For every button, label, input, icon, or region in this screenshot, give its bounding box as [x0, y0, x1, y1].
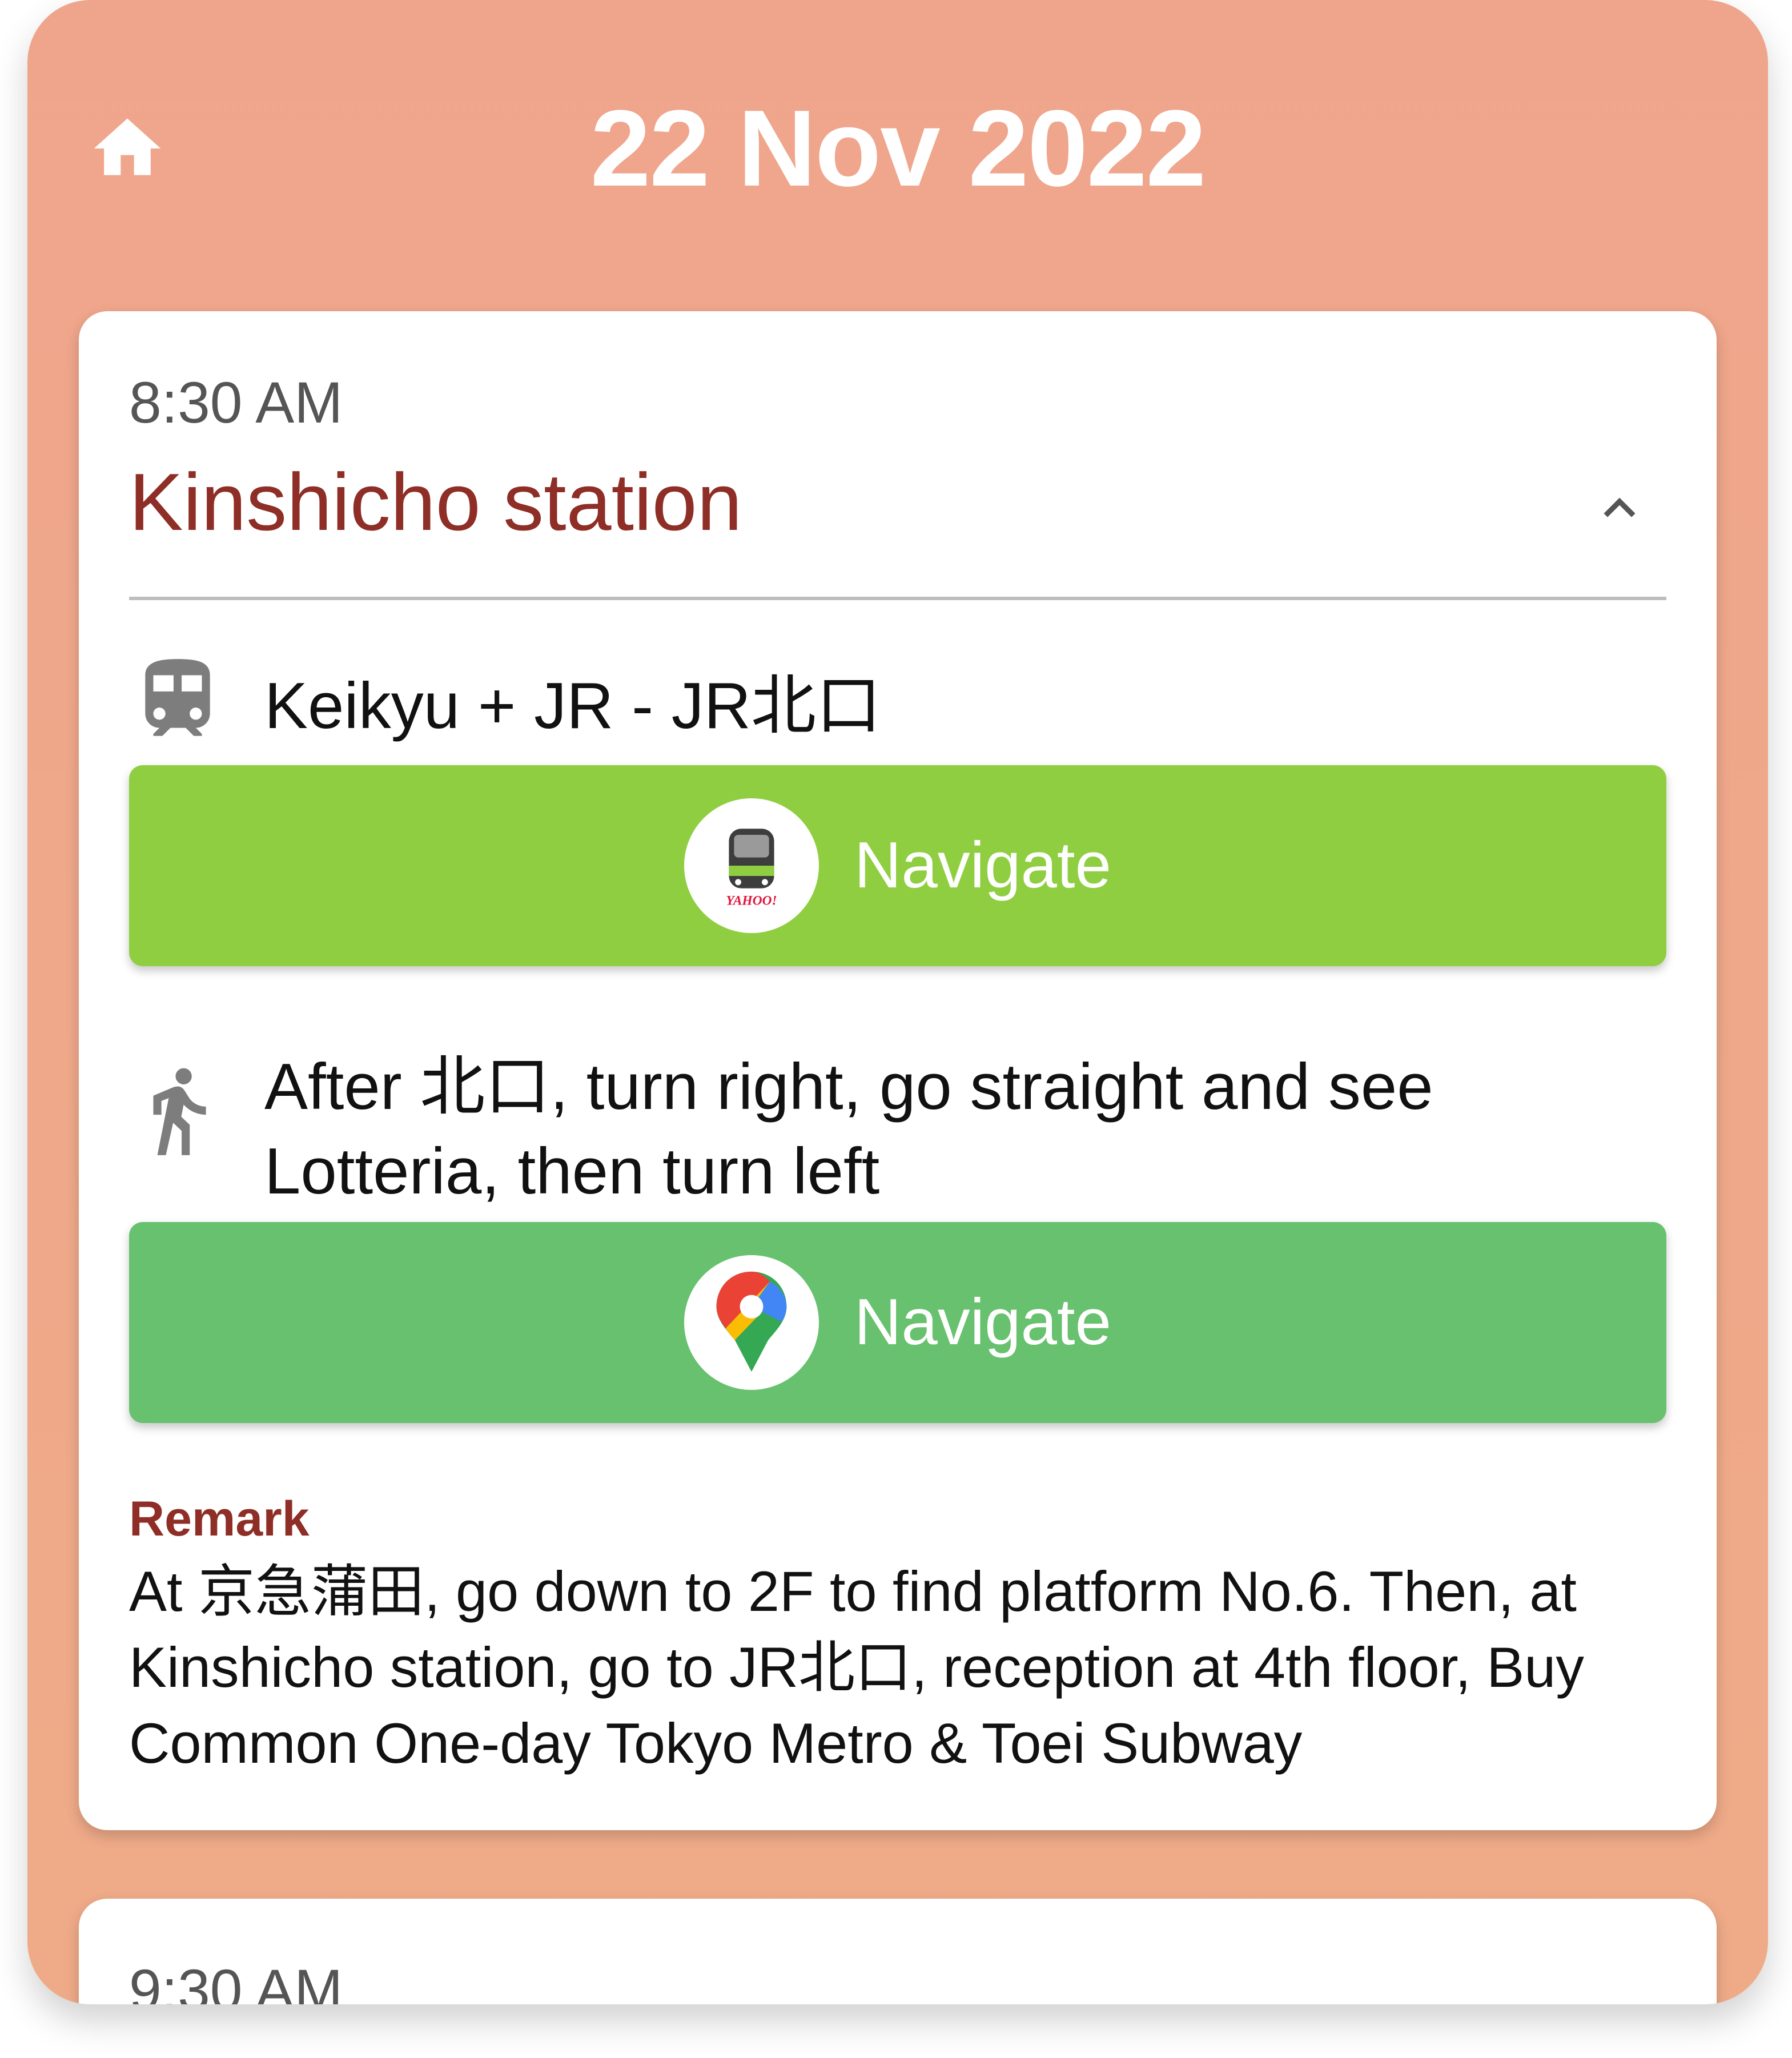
chevron-up-icon[interactable]	[1588, 477, 1651, 540]
step-text: After 北口, turn right, go straight and se…	[264, 1051, 1433, 1208]
page-title: 22 Nov 2022	[590, 88, 1207, 209]
step-text: Keikyu + JR - JR北口	[264, 670, 882, 742]
place-title: Kinshicho station	[129, 457, 742, 548]
google-maps-logo	[684, 1255, 819, 1390]
remark-title: Remark	[129, 1492, 310, 1546]
yahoo-transit-logo: YAHOO!	[684, 798, 819, 933]
navigate-label: Navigate	[854, 1286, 1111, 1358]
svg-text:YAHOO!: YAHOO!	[726, 893, 777, 908]
schedule-card: 9:30 AM	[79, 1899, 1717, 2004]
app-screen: 22 Nov 2022 8:30 AM Kinshicho station Ke…	[27, 0, 1768, 2004]
remark-text: At 京急蒲田, go down to 2F to find platform …	[129, 1559, 1584, 1775]
header-bar: 22 Nov 2022	[27, 0, 1768, 297]
schedule-card: 8:30 AM Kinshicho station Keikyu + JR - …	[79, 311, 1717, 1830]
navigate-transit-button[interactable]: YAHOO! Navigate	[129, 765, 1666, 966]
walking-icon	[129, 1059, 226, 1162]
navigate-label: Navigate	[854, 829, 1111, 902]
train-icon	[129, 648, 226, 751]
schedule-time: 9:30 AM	[129, 1957, 343, 2004]
navigate-maps-button[interactable]: Navigate	[129, 1222, 1666, 1423]
divider	[129, 597, 1666, 600]
schedule-time: 8:30 AM	[129, 370, 343, 435]
